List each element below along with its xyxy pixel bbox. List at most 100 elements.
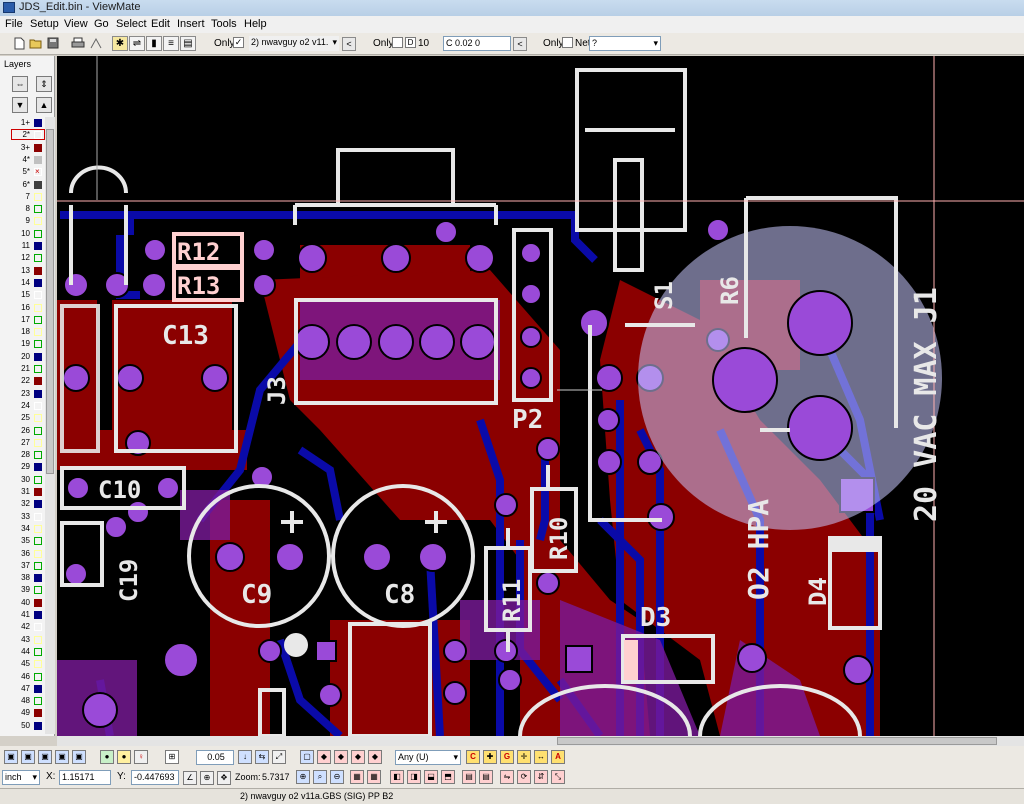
menu-insert[interactable]: Insert — [177, 18, 205, 30]
layer-color-swatch[interactable] — [34, 389, 42, 398]
layer-row[interactable]: 30 — [3, 474, 45, 486]
layer-color-swatch[interactable] — [34, 192, 42, 201]
layer-row[interactable]: 50 — [3, 720, 45, 732]
move-up-icon[interactable]: ⬒ — [441, 770, 455, 784]
aperture-field[interactable]: C 0.02 0 — [443, 36, 511, 51]
menu-view[interactable]: View — [64, 18, 88, 30]
move-left-icon[interactable]: ◧ — [390, 770, 404, 784]
layer-color-swatch[interactable] — [34, 475, 42, 484]
menu-edit[interactable]: Edit — [151, 18, 170, 30]
yellow-light-icon[interactable]: ● — [117, 750, 131, 764]
layer-color-swatch[interactable] — [34, 438, 42, 447]
layer-row[interactable]: 11 — [3, 240, 45, 252]
layer-color-swatch[interactable] — [34, 131, 42, 140]
layer-row[interactable]: 1+ — [3, 117, 45, 129]
pin-icon[interactable]: ♀ — [134, 750, 148, 764]
menu-file[interactable]: File — [5, 18, 23, 30]
print-setup-icon[interactable] — [89, 37, 103, 50]
move-down-icon[interactable]: ⬓ — [424, 770, 438, 784]
layer-color-swatch[interactable] — [34, 488, 42, 496]
layer-color-swatch[interactable] — [34, 647, 42, 656]
layer-row[interactable]: 13 — [3, 265, 45, 277]
only-dcode-checkbox[interactable] — [392, 37, 403, 48]
layer-view-icon-3[interactable]: ▣ — [38, 750, 52, 764]
a-mode-icon[interactable]: A — [551, 750, 565, 764]
pcb-canvas[interactable]: R12 R13 C13 J3 P2 S1 R6 20 VAC MAX J1 C1… — [57, 56, 1024, 736]
layer-row[interactable]: 33 — [3, 511, 45, 523]
select-net-icon[interactable]: ◆ — [368, 750, 382, 764]
layer-color-swatch[interactable] — [34, 303, 42, 312]
layer-color-swatch[interactable] — [34, 365, 42, 373]
layer-color-swatch[interactable] — [34, 119, 42, 127]
layer-view-icon-5[interactable]: ▣ — [72, 750, 86, 764]
layer-row[interactable]: 28 — [3, 449, 45, 461]
select-pad-icon[interactable]: ◆ — [317, 750, 331, 764]
layer-color-swatch[interactable] — [34, 451, 42, 460]
layer-row[interactable]: 24 — [3, 400, 45, 412]
pcb-drawing[interactable]: R12 R13 C13 J3 P2 S1 R6 20 VAC MAX J1 C1… — [57, 56, 1024, 736]
canvas-scrollbar[interactable] — [57, 736, 1024, 746]
layer-color-swatch[interactable] — [34, 254, 42, 263]
pan-icon[interactable]: ✥ — [217, 771, 231, 785]
layer-color-swatch[interactable] — [34, 500, 42, 509]
layer-row[interactable]: 40 — [3, 597, 45, 609]
layer-row[interactable]: 17 — [3, 314, 45, 326]
layer-row[interactable]: 45 — [3, 658, 45, 670]
layer-row[interactable]: 44 — [3, 646, 45, 658]
layer-color-swatch[interactable] — [34, 537, 42, 546]
open-folder-icon[interactable] — [29, 37, 43, 50]
rows-icon[interactable]: ▦ — [350, 770, 364, 784]
select-filter-dropdown[interactable]: Any (U) ▾ — [395, 750, 461, 765]
layer-row[interactable]: 19 — [3, 338, 45, 350]
cross-icon[interactable]: ✚ — [483, 750, 497, 764]
select-mode-icon[interactable]: ▢ — [300, 750, 314, 764]
layer-row[interactable]: 2* — [3, 129, 45, 141]
layer-color-swatch[interactable] — [34, 352, 42, 361]
layer-color-swatch[interactable] — [34, 242, 42, 250]
dimension-icon[interactable]: ↔ — [534, 750, 548, 764]
layer-color-swatch[interactable] — [34, 598, 42, 607]
g-mode-icon[interactable]: G — [500, 750, 514, 764]
layer-color-swatch[interactable] — [34, 278, 42, 287]
x-coordinate-field[interactable]: 1.15171 — [59, 770, 111, 785]
menu-setup[interactable]: Setup — [30, 18, 59, 30]
layer-color-swatch[interactable] — [34, 561, 42, 570]
layer-color-swatch[interactable] — [34, 623, 42, 632]
layer-scrollbar[interactable] — [45, 117, 55, 734]
layer-dropdown[interactable]: 2) nwavguy o2 v11. ▾ — [249, 36, 339, 51]
layer-row[interactable]: 4* — [3, 154, 45, 166]
layer-color-swatch[interactable] — [34, 315, 42, 324]
layer-expand-icon[interactable]: ⇕ — [36, 76, 52, 92]
scale-icon[interactable]: ⤡ — [551, 770, 565, 784]
print-icon[interactable] — [71, 37, 85, 50]
layer-row[interactable]: 27 — [3, 437, 45, 449]
layer-color-swatch[interactable] — [34, 586, 42, 595]
drill-icon[interactable]: ▮ — [146, 36, 162, 51]
select-trace-icon[interactable]: ◆ — [351, 750, 365, 764]
layer-color-swatch[interactable] — [34, 709, 42, 718]
scroll-thumb[interactable] — [557, 737, 997, 745]
layer-view-icon-2[interactable]: ▣ — [21, 750, 35, 764]
align-icon-2[interactable]: ▤ — [479, 770, 493, 784]
layer-row[interactable]: 47 — [3, 683, 45, 695]
unit-dropdown[interactable]: inch ▾ — [2, 770, 40, 785]
layer-view-icon-4[interactable]: ▣ — [55, 750, 69, 764]
menu-select[interactable]: Select — [116, 18, 147, 30]
d-checkbox[interactable]: D — [405, 37, 416, 48]
layer-row[interactable]: 32 — [3, 498, 45, 510]
layer-row[interactable]: 48 — [3, 695, 45, 707]
layer-stack-icon[interactable]: ≡ — [163, 36, 179, 51]
layer-color-swatch[interactable] — [34, 635, 42, 644]
layer-row[interactable]: 22 — [3, 375, 45, 387]
layer-row[interactable]: 6* — [3, 179, 45, 191]
layer-row[interactable]: 26 — [3, 425, 45, 437]
layer-row[interactable]: 31 — [3, 486, 45, 498]
layer-color-swatch[interactable] — [34, 512, 42, 521]
save-icon[interactable] — [46, 37, 60, 50]
layer-color-swatch[interactable] — [34, 524, 42, 533]
layer-row[interactable]: 41 — [3, 609, 45, 621]
layer-row[interactable]: 7 — [3, 191, 45, 203]
layer-color-swatch[interactable] — [34, 180, 42, 189]
layer-row[interactable]: 42 — [3, 621, 45, 633]
select-via-icon[interactable]: ◆ — [334, 750, 348, 764]
